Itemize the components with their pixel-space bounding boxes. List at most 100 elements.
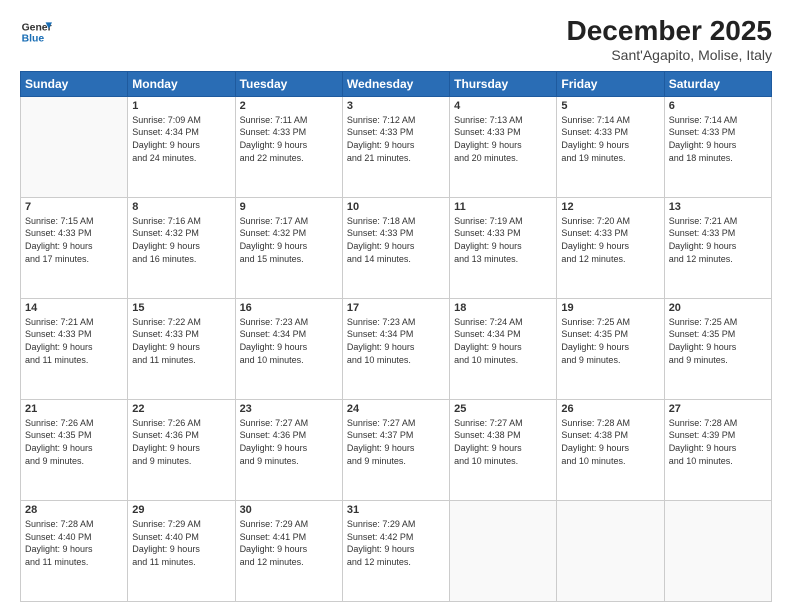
day-info: Sunrise: 7:29 AM Sunset: 4:42 PM Dayligh…: [347, 518, 445, 568]
calendar-cell: 12Sunrise: 7:20 AM Sunset: 4:33 PM Dayli…: [557, 197, 664, 298]
day-info: Sunrise: 7:29 AM Sunset: 4:41 PM Dayligh…: [240, 518, 338, 568]
calendar-cell: 5Sunrise: 7:14 AM Sunset: 4:33 PM Daylig…: [557, 96, 664, 197]
day-number: 22: [132, 403, 230, 415]
calendar-cell: 25Sunrise: 7:27 AM Sunset: 4:38 PM Dayli…: [450, 399, 557, 500]
header-monday: Monday: [128, 71, 235, 96]
day-info: Sunrise: 7:11 AM Sunset: 4:33 PM Dayligh…: [240, 114, 338, 164]
calendar-cell: 11 Sunrise: 7:19 AM Sunset: 4:33 PM Dayli…: [450, 197, 557, 298]
calendar-cell: 24Sunrise: 7:27 AM Sunset: 4:37 PM Dayli…: [342, 399, 449, 500]
day-info: Sunrise: 7:18 AM Sunset: 4:33 PM Dayligh…: [347, 215, 445, 265]
header-thursday: Thursday: [450, 71, 557, 96]
day-info: Sunrise: 7:25 AM Sunset: 4:35 PM Dayligh…: [561, 316, 659, 366]
calendar-week-row: 28Sunrise: 7:28 AM Sunset: 4:40 PM Dayli…: [21, 500, 772, 601]
day-number: 21: [25, 403, 123, 415]
day-number: 7: [25, 201, 123, 213]
calendar-cell: 7Sunrise: 7:15 AM Sunset: 4:33 PM Daylig…: [21, 197, 128, 298]
calendar-table: Sunday Monday Tuesday Wednesday Thursday…: [20, 71, 772, 602]
day-info: Sunrise: 7:25 AM Sunset: 4:35 PM Dayligh…: [669, 316, 767, 366]
day-info: Sunrise: 7:29 AM Sunset: 4:40 PM Dayligh…: [132, 518, 230, 568]
day-info: Sunrise: 7:19 AM Sunset: 4:33 PM Dayligh…: [454, 215, 552, 265]
header-tuesday: Tuesday: [235, 71, 342, 96]
day-number: 5: [561, 100, 659, 112]
calendar-week-row: 21 Sunrise: 7:26 AM Sunset: 4:35 PM Dayli…: [21, 399, 772, 500]
day-info: Sunrise: 7:23 AM Sunset: 4:34 PM Dayligh…: [347, 316, 445, 366]
calendar-cell: 29 Sunrise: 7:29 AM Sunset: 4:40 PM Dayli…: [128, 500, 235, 601]
day-number: 30: [240, 504, 338, 516]
calendar-cell: 15 Sunrise: 7:22 AM Sunset: 4:33 PM Dayli…: [128, 298, 235, 399]
header-sunday: Sunday: [21, 71, 128, 96]
day-number: 26: [561, 403, 659, 415]
calendar-cell: 22 Sunrise: 7:26 AM Sunset: 4:36 PM Dayli…: [128, 399, 235, 500]
day-number: 15: [132, 302, 230, 314]
calendar-cell: 20 Sunrise: 7:25 AM Sunset: 4:35 PM Dayli…: [664, 298, 771, 399]
header-wednesday: Wednesday: [342, 71, 449, 96]
calendar-cell: 14Sunrise: 7:21 AM Sunset: 4:33 PM Dayli…: [21, 298, 128, 399]
day-info: Sunrise: 7:17 AM Sunset: 4:32 PM Dayligh…: [240, 215, 338, 265]
calendar-week-row: 7Sunrise: 7:15 AM Sunset: 4:33 PM Daylig…: [21, 197, 772, 298]
calendar-cell: 1 Sunrise: 7:09 AM Sunset: 4:34 PM Daylig…: [128, 96, 235, 197]
calendar-cell: 21 Sunrise: 7:26 AM Sunset: 4:35 PM Dayli…: [21, 399, 128, 500]
day-number: 13: [669, 201, 767, 213]
calendar-cell: [557, 500, 664, 601]
day-number: 20: [669, 302, 767, 314]
header: General Blue December 2025 Sant'Agapito,…: [20, 16, 772, 63]
calendar-cell: 23 Sunrise: 7:27 AM Sunset: 4:36 PM Dayli…: [235, 399, 342, 500]
calendar-subtitle: Sant'Agapito, Molise, Italy: [567, 47, 772, 63]
header-saturday: Saturday: [664, 71, 771, 96]
day-info: Sunrise: 7:16 AM Sunset: 4:32 PM Dayligh…: [132, 215, 230, 265]
day-number: 29: [132, 504, 230, 516]
header-friday: Friday: [557, 71, 664, 96]
day-number: 19: [561, 302, 659, 314]
day-info: Sunrise: 7:14 AM Sunset: 4:33 PM Dayligh…: [669, 114, 767, 164]
calendar-cell: [664, 500, 771, 601]
day-number: 27: [669, 403, 767, 415]
calendar-cell: 26 Sunrise: 7:28 AM Sunset: 4:38 PM Dayli…: [557, 399, 664, 500]
day-number: 11: [454, 201, 552, 213]
day-number: 1: [132, 100, 230, 112]
day-number: 24: [347, 403, 445, 415]
day-number: 6: [669, 100, 767, 112]
day-info: Sunrise: 7:28 AM Sunset: 4:38 PM Dayligh…: [561, 417, 659, 467]
calendar-cell: 8 Sunrise: 7:16 AM Sunset: 4:32 PM Daylig…: [128, 197, 235, 298]
calendar-cell: 6 Sunrise: 7:14 AM Sunset: 4:33 PM Daylig…: [664, 96, 771, 197]
logo: General Blue: [20, 16, 52, 48]
svg-text:Blue: Blue: [22, 34, 45, 45]
day-info: Sunrise: 7:13 AM Sunset: 4:33 PM Dayligh…: [454, 114, 552, 164]
day-info: Sunrise: 7:26 AM Sunset: 4:36 PM Dayligh…: [132, 417, 230, 467]
calendar-cell: [21, 96, 128, 197]
calendar-title: December 2025: [567, 16, 772, 47]
day-number: 14: [25, 302, 123, 314]
day-info: Sunrise: 7:09 AM Sunset: 4:34 PM Dayligh…: [132, 114, 230, 164]
day-info: Sunrise: 7:20 AM Sunset: 4:33 PM Dayligh…: [561, 215, 659, 265]
page: General Blue December 2025 Sant'Agapito,…: [0, 0, 792, 612]
calendar-cell: 18Sunrise: 7:24 AM Sunset: 4:34 PM Dayli…: [450, 298, 557, 399]
calendar-cell: 4Sunrise: 7:13 AM Sunset: 4:33 PM Daylig…: [450, 96, 557, 197]
day-info: Sunrise: 7:27 AM Sunset: 4:38 PM Dayligh…: [454, 417, 552, 467]
calendar-cell: 3 Sunrise: 7:12 AM Sunset: 4:33 PM Daylig…: [342, 96, 449, 197]
day-number: 8: [132, 201, 230, 213]
day-number: 10: [347, 201, 445, 213]
title-block: December 2025 Sant'Agapito, Molise, Ital…: [567, 16, 772, 63]
day-number: 23: [240, 403, 338, 415]
calendar-cell: [450, 500, 557, 601]
day-number: 2: [240, 100, 338, 112]
calendar-cell: 2 Sunrise: 7:11 AM Sunset: 4:33 PM Daylig…: [235, 96, 342, 197]
calendar-cell: 16Sunrise: 7:23 AM Sunset: 4:34 PM Dayli…: [235, 298, 342, 399]
calendar-cell: 10 Sunrise: 7:18 AM Sunset: 4:33 PM Dayli…: [342, 197, 449, 298]
day-info: Sunrise: 7:22 AM Sunset: 4:33 PM Dayligh…: [132, 316, 230, 366]
logo-icon: General Blue: [20, 16, 52, 48]
calendar-cell: 19 Sunrise: 7:25 AM Sunset: 4:35 PM Dayli…: [557, 298, 664, 399]
day-number: 3: [347, 100, 445, 112]
day-info: Sunrise: 7:21 AM Sunset: 4:33 PM Dayligh…: [669, 215, 767, 265]
day-info: Sunrise: 7:28 AM Sunset: 4:40 PM Dayligh…: [25, 518, 123, 568]
calendar-week-row: 14Sunrise: 7:21 AM Sunset: 4:33 PM Dayli…: [21, 298, 772, 399]
day-info: Sunrise: 7:26 AM Sunset: 4:35 PM Dayligh…: [25, 417, 123, 467]
day-info: Sunrise: 7:23 AM Sunset: 4:34 PM Dayligh…: [240, 316, 338, 366]
calendar-cell: 17Sunrise: 7:23 AM Sunset: 4:34 PM Dayli…: [342, 298, 449, 399]
day-info: Sunrise: 7:27 AM Sunset: 4:36 PM Dayligh…: [240, 417, 338, 467]
day-number: 31: [347, 504, 445, 516]
calendar-cell: 28Sunrise: 7:28 AM Sunset: 4:40 PM Dayli…: [21, 500, 128, 601]
calendar-cell: 13 Sunrise: 7:21 AM Sunset: 4:33 PM Dayli…: [664, 197, 771, 298]
calendar-cell: 30 Sunrise: 7:29 AM Sunset: 4:41 PM Dayli…: [235, 500, 342, 601]
day-info: Sunrise: 7:12 AM Sunset: 4:33 PM Dayligh…: [347, 114, 445, 164]
